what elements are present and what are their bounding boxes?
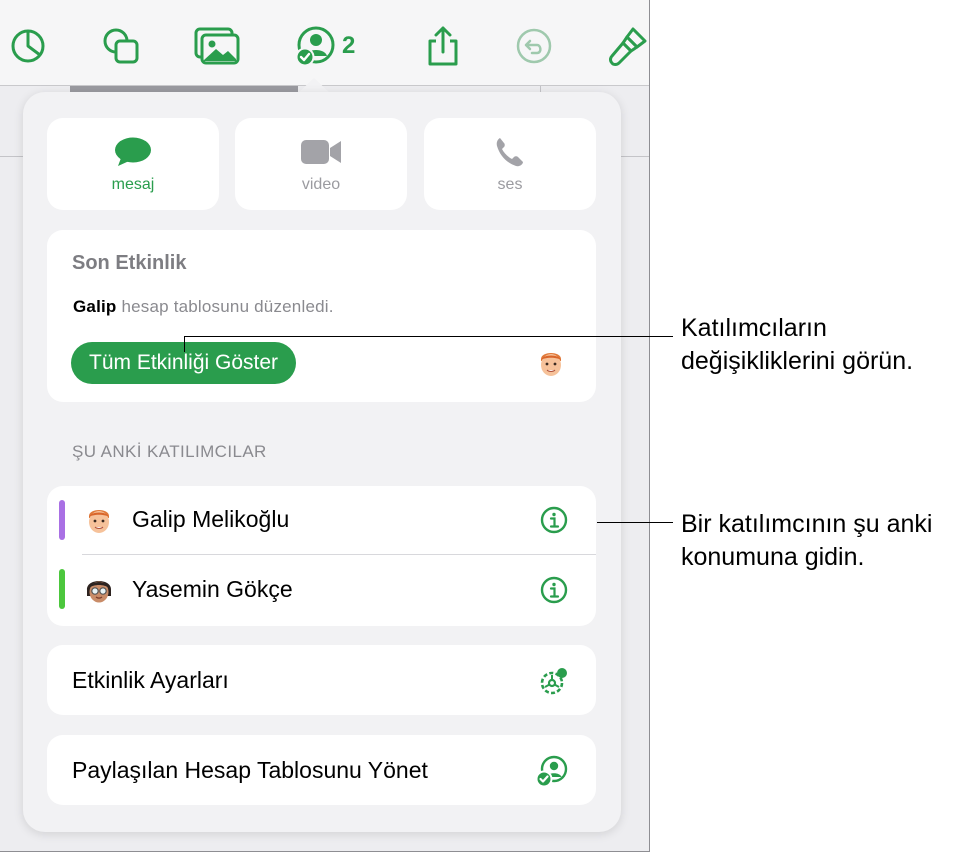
callout-leader [184,336,185,352]
video-label: video [301,176,341,193]
recent-activity-entry: Galip hesap tablosunu düzenledi. [73,297,334,317]
callout-line-2: konumuna gidin. [681,543,865,571]
toolbar: 2 [0,0,649,86]
share-icon[interactable] [424,24,462,68]
memoji-avatar-icon [541,353,561,376]
manage-shared-label: Paylaşılan Hesap Tablosunu Yönet [72,757,428,783]
message-button[interactable]: mesaj [47,118,219,210]
sheet-gridline [620,156,649,157]
format-brush-icon[interactable] [606,24,649,68]
shapes-icon[interactable] [100,24,142,68]
phone-icon [495,136,525,168]
participants-section-header: ŞU ANKİ KATILIMCILAR [72,442,267,461]
memoji-avatar-icon [89,510,109,533]
recent-activity-title: Son Etkinlik [72,252,187,274]
activity-action: hesap tablosunu düzenledi. [121,297,334,316]
callout-line-1: Katılımcıların [681,314,827,342]
participant-name: Yasemin Gökçe [132,576,293,602]
popover-arrow [298,78,330,93]
device-screen: 2 mesaj video ses Son Etkinlik Galip hes… [0,0,650,852]
video-button[interactable]: video [235,118,407,210]
audio-label: ses [497,176,523,193]
callout-line-2: değişikliklerini görün. [681,347,914,375]
participant-name: Galip Melikoğlu [132,506,290,532]
info-icon[interactable] [540,576,568,604]
participant-color-bar [59,500,65,540]
participant-color-bar [59,569,65,609]
activity-user: Galip [73,297,117,316]
message-bubble-icon [113,136,153,168]
chart-icon[interactable] [8,24,48,68]
callout-leader [597,522,673,523]
participant-row[interactable] [47,486,596,554]
collaborate-icon [295,26,335,67]
participant-row[interactable] [47,555,596,625]
undo-icon[interactable] [514,24,554,68]
callout-leader [184,336,673,337]
media-icon[interactable] [194,24,240,68]
callout-activity: Katılımcıların değişikliklerini görün. [681,312,913,378]
audio-button[interactable]: ses [424,118,596,210]
memoji-avatar-icon [86,581,112,603]
manage-collaboration-icon [535,755,568,788]
message-label: mesaj [111,176,155,193]
activity-settings-label: Etkinlik Ayarları [72,667,229,693]
callout-line-1: Bir katılımcının şu anki [681,510,933,538]
activity-settings-icon [540,668,567,695]
callout-participant: Bir katılımcının şu anki konumuna gidin. [681,508,932,574]
info-icon[interactable] [540,506,568,534]
video-camera-icon [300,136,342,168]
collaborator-count: 2 [342,32,356,59]
collaborate-button[interactable]: 2 [294,24,374,68]
